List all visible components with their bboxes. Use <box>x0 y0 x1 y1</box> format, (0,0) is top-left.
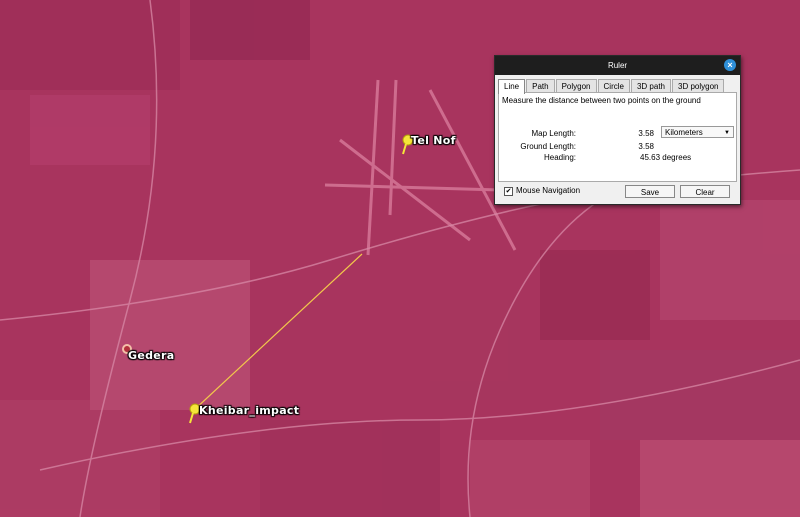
heading-row: Heading: 45.63 degrees <box>499 153 736 165</box>
ruler-description: Measure the distance between two points … <box>502 96 701 105</box>
close-icon[interactable]: × <box>724 59 736 71</box>
mouse-navigation-label[interactable]: Mouse Navigation <box>516 186 580 195</box>
unit-selected-value: Kilometers <box>665 128 703 137</box>
heading-value: 45.63 degrees <box>640 153 692 162</box>
map-length-label: Map Length: <box>531 129 576 138</box>
ruler-footer: ✔ Mouse Navigation Save Clear <box>498 184 735 200</box>
dialog-title: Ruler <box>607 61 628 70</box>
placemark-gedera[interactable]: Gedera <box>128 349 174 362</box>
tab-circle[interactable]: Circle <box>597 79 630 93</box>
heading-label: Heading: <box>543 153 576 162</box>
tab-3d-polygon[interactable]: 3D polygon <box>672 79 725 93</box>
ruler-dialog: Ruler × Line Path Polygon Circle 3D path… <box>494 55 741 205</box>
save-button[interactable]: Save <box>625 185 675 198</box>
map-length-row: Map Length: 3.58 Kilometers ▼ <box>499 126 736 141</box>
chevron-down-icon: ▼ <box>724 130 730 136</box>
map-length-value: 3.58 <box>638 129 654 138</box>
tab-line[interactable]: Line <box>498 79 526 94</box>
ground-length-value: 3.58 <box>638 142 654 151</box>
placemark-tel-nof[interactable]: Tel Nof <box>411 134 456 147</box>
ruler-tabs: Line Path Polygon Circle 3D path 3D poly… <box>495 75 740 94</box>
tab-3d-path[interactable]: 3D path <box>630 79 671 93</box>
tab-path[interactable]: Path <box>526 79 555 93</box>
placemark-kheibar-impact[interactable]: Kheibar_impact <box>199 404 299 417</box>
tab-polygon[interactable]: Polygon <box>555 79 597 93</box>
dialog-titlebar[interactable]: Ruler × <box>495 56 740 75</box>
line-panel: Measure the distance between two points … <box>498 92 737 182</box>
ground-length-label: Ground Length: <box>520 142 576 151</box>
mouse-navigation-checkbox[interactable]: ✔ <box>504 187 513 196</box>
clear-button[interactable]: Clear <box>680 185 730 198</box>
unit-select[interactable]: Kilometers ▼ <box>661 126 734 138</box>
